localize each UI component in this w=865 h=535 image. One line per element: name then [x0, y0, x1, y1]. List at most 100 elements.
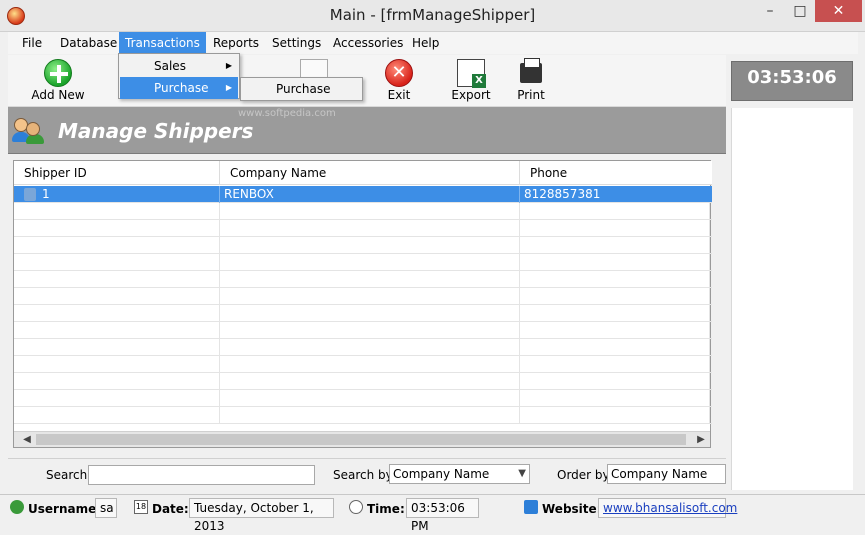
empty-cell	[38, 271, 220, 288]
cell-shipper-id[interactable]: 1	[38, 186, 220, 203]
excel-export-icon	[457, 59, 486, 88]
scroll-left-icon[interactable]: ◀	[20, 432, 34, 448]
empty-cell	[38, 373, 220, 390]
exit-label: Exit	[387, 88, 411, 102]
empty-cell	[220, 237, 520, 254]
empty-cell	[220, 356, 520, 373]
grid-header: Shipper ID Company Name Phone	[14, 161, 712, 185]
empty-cell	[220, 339, 520, 356]
empty-cell	[220, 305, 520, 322]
user-icon	[10, 500, 24, 514]
watermark-text: www.softpedia.com	[238, 108, 336, 119]
empty-cell	[520, 237, 710, 254]
empty-cell	[220, 203, 520, 220]
minimize-button[interactable]: –	[755, 0, 785, 22]
menu-settings[interactable]: Settings	[266, 32, 327, 54]
empty-row	[14, 220, 712, 237]
menu-reports[interactable]: Reports	[207, 32, 265, 54]
time-label: Time:	[367, 502, 405, 516]
date-label: Date:	[152, 502, 189, 516]
empty-cell	[520, 390, 710, 407]
order-by-label: Order by:	[557, 468, 613, 482]
globe-icon	[524, 500, 538, 514]
maximize-button[interactable]: □	[785, 0, 815, 22]
plus-icon	[44, 59, 72, 87]
exit-button[interactable]: ✕ Exit	[369, 55, 429, 105]
menu-item-sales-label: Sales	[154, 59, 186, 73]
empty-cell	[520, 322, 710, 339]
print-button[interactable]: Print	[501, 55, 561, 105]
menu-item-purchase[interactable]: Purchase ▶	[120, 77, 238, 99]
cell-phone[interactable]: 8128857381	[520, 186, 710, 203]
export-button[interactable]: Export	[441, 55, 501, 105]
order-by-select[interactable]: Company Name	[607, 464, 726, 484]
shipper-grid[interactable]: Shipper ID Company Name Phone 1 RENBOX 8…	[13, 160, 712, 448]
website-link[interactable]: www.bhansalisoft.com	[598, 498, 737, 518]
empty-row	[14, 237, 712, 254]
empty-row	[14, 373, 712, 390]
empty-cell	[38, 390, 220, 407]
chevron-right-icon: ▶	[225, 61, 232, 70]
empty-cell	[520, 203, 710, 220]
scroll-right-icon[interactable]: ▶	[694, 432, 708, 448]
empty-cell	[38, 254, 220, 271]
empty-row	[14, 203, 712, 220]
menu-database[interactable]: Database	[54, 32, 123, 54]
username-value: sa	[95, 498, 117, 518]
menu-item-sales[interactable]: Sales ▶	[120, 55, 238, 77]
add-new-button[interactable]: Add New	[28, 55, 88, 105]
username-label: Username:	[28, 502, 102, 516]
empty-cell	[220, 254, 520, 271]
submenu-item-purchase[interactable]: Purchase	[242, 79, 361, 99]
scroll-thumb[interactable]	[36, 434, 686, 445]
empty-row	[14, 305, 712, 322]
calendar-icon: 18	[134, 500, 148, 514]
empty-cell	[520, 407, 710, 424]
empty-cell	[520, 305, 710, 322]
col-phone[interactable]: Phone	[520, 161, 710, 185]
empty-cell	[38, 322, 220, 339]
chevron-down-icon: ▼	[518, 468, 526, 479]
table-row[interactable]: 1 RENBOX 8128857381	[14, 186, 712, 203]
empty-cell	[220, 288, 520, 305]
search-by-select[interactable]: Company Name ▼	[389, 464, 530, 484]
website-label: Website:	[542, 502, 602, 516]
printer-icon	[520, 58, 542, 83]
empty-cell	[220, 322, 520, 339]
empty-cell	[220, 373, 520, 390]
menu-transactions[interactable]: Transactions	[119, 32, 206, 54]
menu-help[interactable]: Help	[406, 32, 445, 54]
users-icon	[12, 116, 46, 144]
empty-cell	[220, 390, 520, 407]
empty-cell	[38, 407, 220, 424]
search-input[interactable]	[88, 465, 315, 485]
empty-row	[14, 254, 712, 271]
exit-icon: ✕	[385, 59, 413, 87]
close-button[interactable]: ✕	[815, 0, 862, 22]
purchase-submenu: Purchase	[240, 77, 363, 101]
empty-cell	[520, 220, 710, 237]
col-company-name[interactable]: Company Name	[220, 161, 520, 185]
empty-cell	[520, 254, 710, 271]
empty-row	[14, 356, 712, 373]
order-by-value: Company Name	[611, 467, 708, 481]
website-url[interactable]: www.bhansalisoft.com	[603, 501, 737, 515]
menu-accessories[interactable]: Accessories	[327, 32, 409, 54]
empty-cell	[220, 271, 520, 288]
clock-icon	[349, 500, 363, 514]
menu-file[interactable]: File	[16, 32, 48, 54]
chevron-right-icon: ▶	[225, 83, 232, 92]
empty-cell	[38, 237, 220, 254]
empty-cell	[38, 339, 220, 356]
empty-row	[14, 322, 712, 339]
horizontal-scrollbar[interactable]: ◀ ▶	[14, 431, 710, 447]
row-selector-icon	[24, 188, 36, 201]
empty-row	[14, 271, 712, 288]
empty-cell	[520, 288, 710, 305]
page-title: Manage Shippers	[58, 119, 254, 143]
empty-cell	[38, 356, 220, 373]
search-label: Search:	[46, 468, 92, 482]
empty-cell	[38, 305, 220, 322]
col-shipper-id[interactable]: Shipper ID	[14, 161, 220, 185]
cell-company-name[interactable]: RENBOX	[220, 186, 520, 203]
